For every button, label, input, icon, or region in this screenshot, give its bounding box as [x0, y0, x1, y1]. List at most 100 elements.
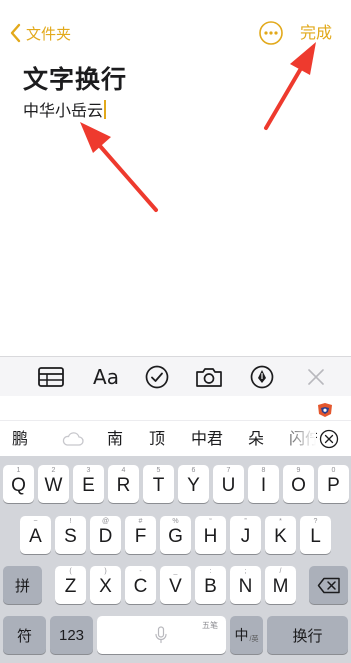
- key-label: R: [116, 475, 131, 496]
- key-hint: ~: [33, 518, 38, 525]
- back-button[interactable]: 文件夹: [6, 20, 71, 46]
- key-h[interactable]: “H: [195, 516, 226, 554]
- key-g[interactable]: % G: [160, 516, 191, 554]
- ime-logo-icon: [318, 403, 332, 417]
- done-button[interactable]: 完成: [300, 20, 332, 46]
- format-button[interactable]: Aa: [89, 363, 123, 391]
- key-label: G: [168, 526, 183, 547]
- candidate-item[interactable]: 顶: [149, 421, 165, 457]
- space-key[interactable]: 五笔: [97, 616, 226, 654]
- key-hint: 2: [51, 467, 56, 474]
- key-z[interactable]: (Z: [55, 566, 86, 604]
- key-hint: 6: [191, 467, 196, 474]
- table-button[interactable]: [36, 363, 66, 391]
- number-key[interactable]: 123: [50, 616, 93, 654]
- key-k[interactable]: * K: [265, 516, 296, 554]
- key-hint: ): [104, 568, 107, 575]
- key-u[interactable]: 7U: [213, 465, 244, 503]
- key-hint: %: [172, 518, 179, 525]
- language-key[interactable]: 中/英: [230, 616, 263, 654]
- cloud-icon[interactable]: [62, 432, 84, 446]
- symbol-key[interactable]: 符: [3, 616, 46, 654]
- key-b[interactable]: :B: [195, 566, 226, 604]
- key-label: B: [204, 576, 217, 597]
- close-toolbar-button[interactable]: [301, 363, 331, 391]
- checklist-icon: [145, 365, 169, 389]
- key-hint: 9: [296, 467, 301, 474]
- key-hint: ”: [244, 518, 247, 525]
- collapse-candidates-icon[interactable]: [319, 429, 339, 449]
- key-hint: !: [69, 518, 72, 525]
- key-label: A: [29, 526, 42, 547]
- key-n[interactable]: ; N: [230, 566, 261, 604]
- key-hint: #: [138, 518, 143, 525]
- note-title[interactable]: 文字换行: [23, 60, 127, 96]
- formatting-toolbar: Aa: [0, 356, 351, 396]
- key-p[interactable]: 0P: [318, 465, 349, 503]
- note-body[interactable]: 中华小岳云: [23, 97, 107, 121]
- key-d[interactable]: @ D: [90, 516, 121, 554]
- candidate-bar: 鹏 南 顶 中君 朵 闪佇: [0, 420, 351, 457]
- key-o[interactable]: 9O: [283, 465, 314, 503]
- text-cursor: [104, 99, 107, 119]
- camera-button[interactable]: [194, 363, 224, 391]
- key-r[interactable]: 4R: [108, 465, 139, 503]
- key-label: Y: [187, 475, 200, 496]
- key-l[interactable]: ? L: [300, 516, 331, 554]
- delete-key[interactable]: [309, 566, 348, 604]
- ime-status-strip: [0, 396, 351, 420]
- key-c[interactable]: -C: [125, 566, 156, 604]
- key-w[interactable]: 2W: [38, 465, 69, 503]
- key-hint: “: [209, 518, 212, 525]
- key-a[interactable]: ~ A: [20, 516, 51, 554]
- more-icon[interactable]: [258, 20, 284, 46]
- key-t[interactable]: 5T: [143, 465, 174, 503]
- key-hint: @: [101, 518, 110, 525]
- key-label: C: [133, 576, 148, 597]
- key-y[interactable]: 6Y: [178, 465, 209, 503]
- mic-icon: [155, 626, 167, 644]
- key-i[interactable]: 8I: [248, 465, 279, 503]
- key-label: V: [169, 576, 182, 597]
- candidate-item[interactable]: 南: [107, 421, 123, 457]
- key-hint: 1: [16, 467, 21, 474]
- key-label: L: [310, 526, 321, 547]
- key-j[interactable]: ” J: [230, 516, 261, 554]
- key-v[interactable]: _ V: [160, 566, 191, 604]
- candidate-fade: [276, 421, 316, 457]
- key-q[interactable]: 1Q: [3, 465, 34, 503]
- key-x[interactable]: ) X: [90, 566, 121, 604]
- close-icon: [308, 369, 324, 385]
- key-hint: 3: [86, 467, 91, 474]
- key-f[interactable]: # F: [125, 516, 156, 554]
- key-s[interactable]: ! S: [55, 516, 86, 554]
- key-label: U: [221, 475, 236, 496]
- key-label: X: [99, 576, 112, 597]
- key-m[interactable]: / M: [265, 566, 296, 604]
- table-icon: [38, 367, 64, 387]
- language-label: 中: [234, 627, 249, 643]
- key-label: E: [82, 475, 95, 496]
- return-key[interactable]: 换行: [267, 616, 348, 654]
- key-e[interactable]: 3E: [73, 465, 104, 503]
- key-hint: 4: [121, 467, 126, 474]
- key-hint: 8: [261, 467, 266, 474]
- candidate-item[interactable]: 鹏: [12, 421, 28, 457]
- key-label: N: [238, 576, 253, 597]
- key-label: D: [98, 526, 113, 547]
- key-label: M: [272, 576, 289, 597]
- key-hint: 7: [226, 467, 231, 474]
- space-hint: 五笔: [202, 621, 218, 630]
- candidate-item[interactable]: 朵: [248, 421, 264, 457]
- markup-button[interactable]: [247, 363, 277, 391]
- key-label: O: [291, 475, 306, 496]
- key-hint: 0: [331, 467, 336, 474]
- pinyin-key[interactable]: 拼: [3, 566, 42, 604]
- key-hint: (: [69, 568, 72, 575]
- candidate-item[interactable]: 中君: [191, 421, 223, 457]
- key-label: H: [203, 526, 218, 547]
- key-hint: -: [139, 568, 142, 575]
- key-label: Q: [11, 475, 26, 496]
- back-label: 文件夹: [26, 24, 72, 43]
- checklist-button[interactable]: [142, 363, 172, 391]
